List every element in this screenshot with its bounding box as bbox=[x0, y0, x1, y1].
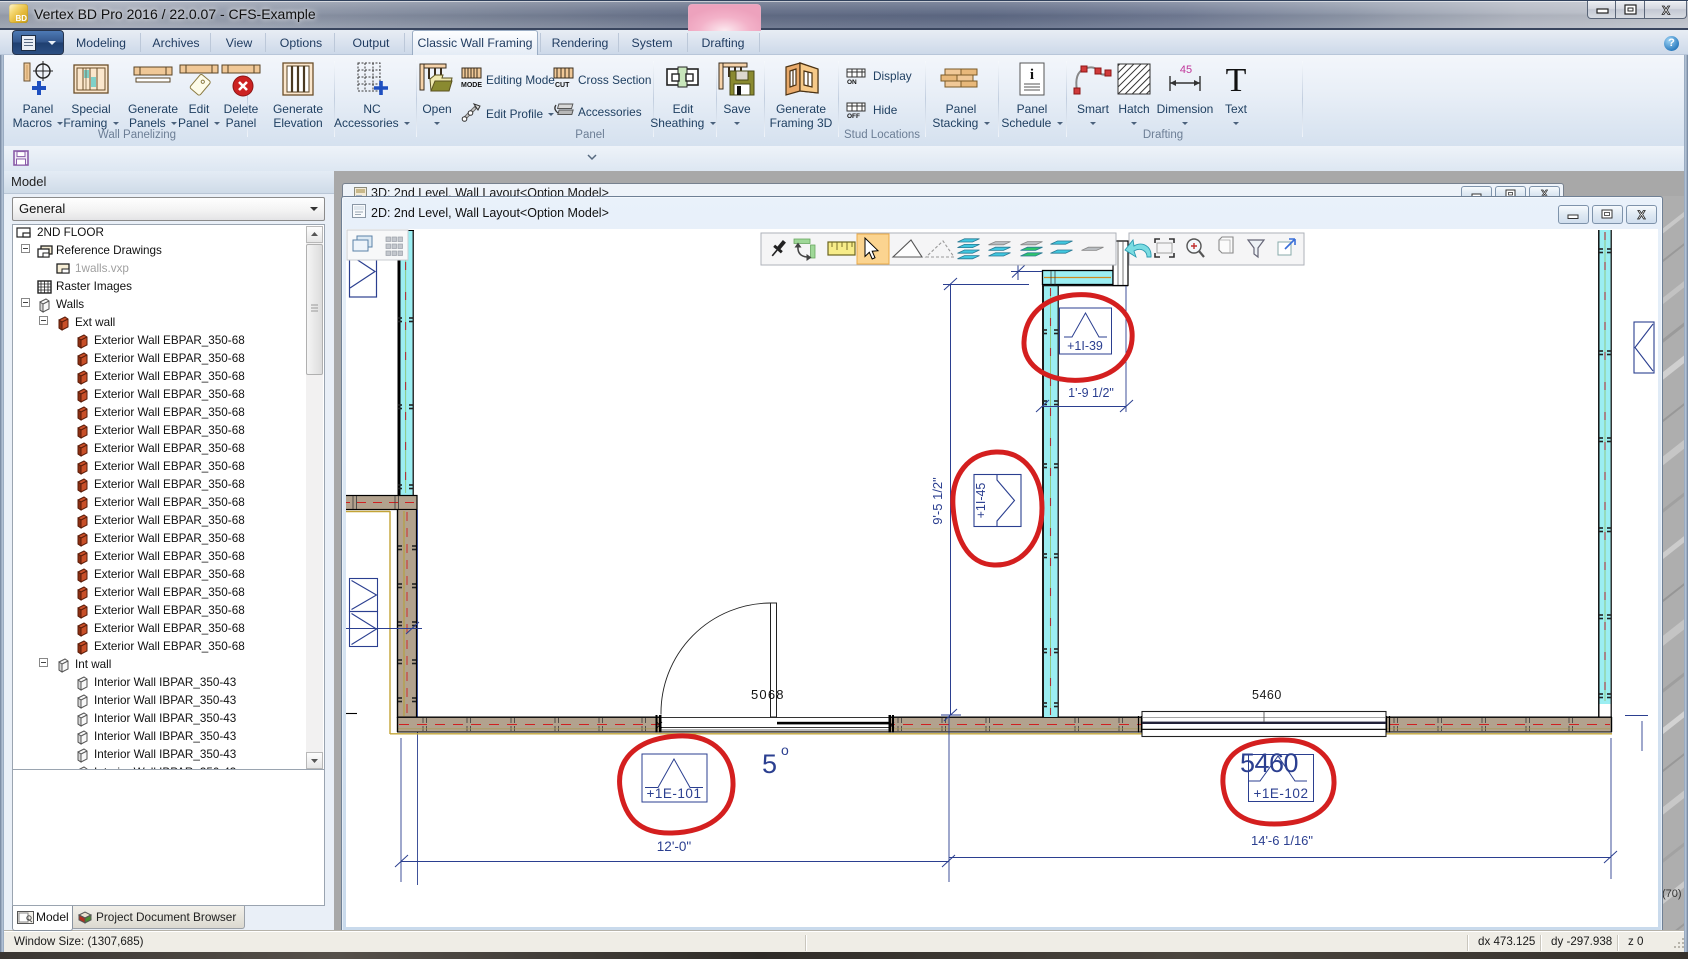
svg-text:5460: 5460 bbox=[1240, 748, 1298, 778]
svg-text:T: T bbox=[1226, 62, 1247, 99]
svg-text:14'-6 1/16": 14'-6 1/16" bbox=[1251, 833, 1313, 848]
svg-text:1'-9 1/2": 1'-9 1/2" bbox=[1068, 386, 1114, 400]
svg-text:+1I-45: +1I-45 bbox=[974, 483, 988, 519]
svg-text:5460: 5460 bbox=[1252, 688, 1282, 702]
svg-text:CUT: CUT bbox=[555, 82, 570, 88]
svg-text:i: i bbox=[1030, 67, 1034, 83]
svg-text:45: 45 bbox=[1180, 64, 1192, 76]
svg-text:X: X bbox=[1662, 4, 1670, 18]
svg-text:o: o bbox=[781, 742, 789, 758]
svg-text:MODE: MODE bbox=[461, 82, 482, 88]
svg-text:12'-0": 12'-0" bbox=[657, 839, 692, 854]
svg-text:+1E-101: +1E-101 bbox=[647, 786, 702, 801]
svg-text:+1I-39: +1I-39 bbox=[1067, 339, 1103, 353]
svg-text:5068: 5068 bbox=[751, 687, 785, 702]
svg-text:ON: ON bbox=[847, 79, 857, 84]
svg-text:+1E-102: +1E-102 bbox=[1254, 786, 1309, 801]
svg-text:X: X bbox=[1637, 208, 1645, 222]
svg-text:OFF: OFF bbox=[847, 113, 860, 118]
svg-text:5: 5 bbox=[762, 749, 777, 779]
svg-text:9'-5 1/2": 9'-5 1/2" bbox=[930, 477, 945, 525]
